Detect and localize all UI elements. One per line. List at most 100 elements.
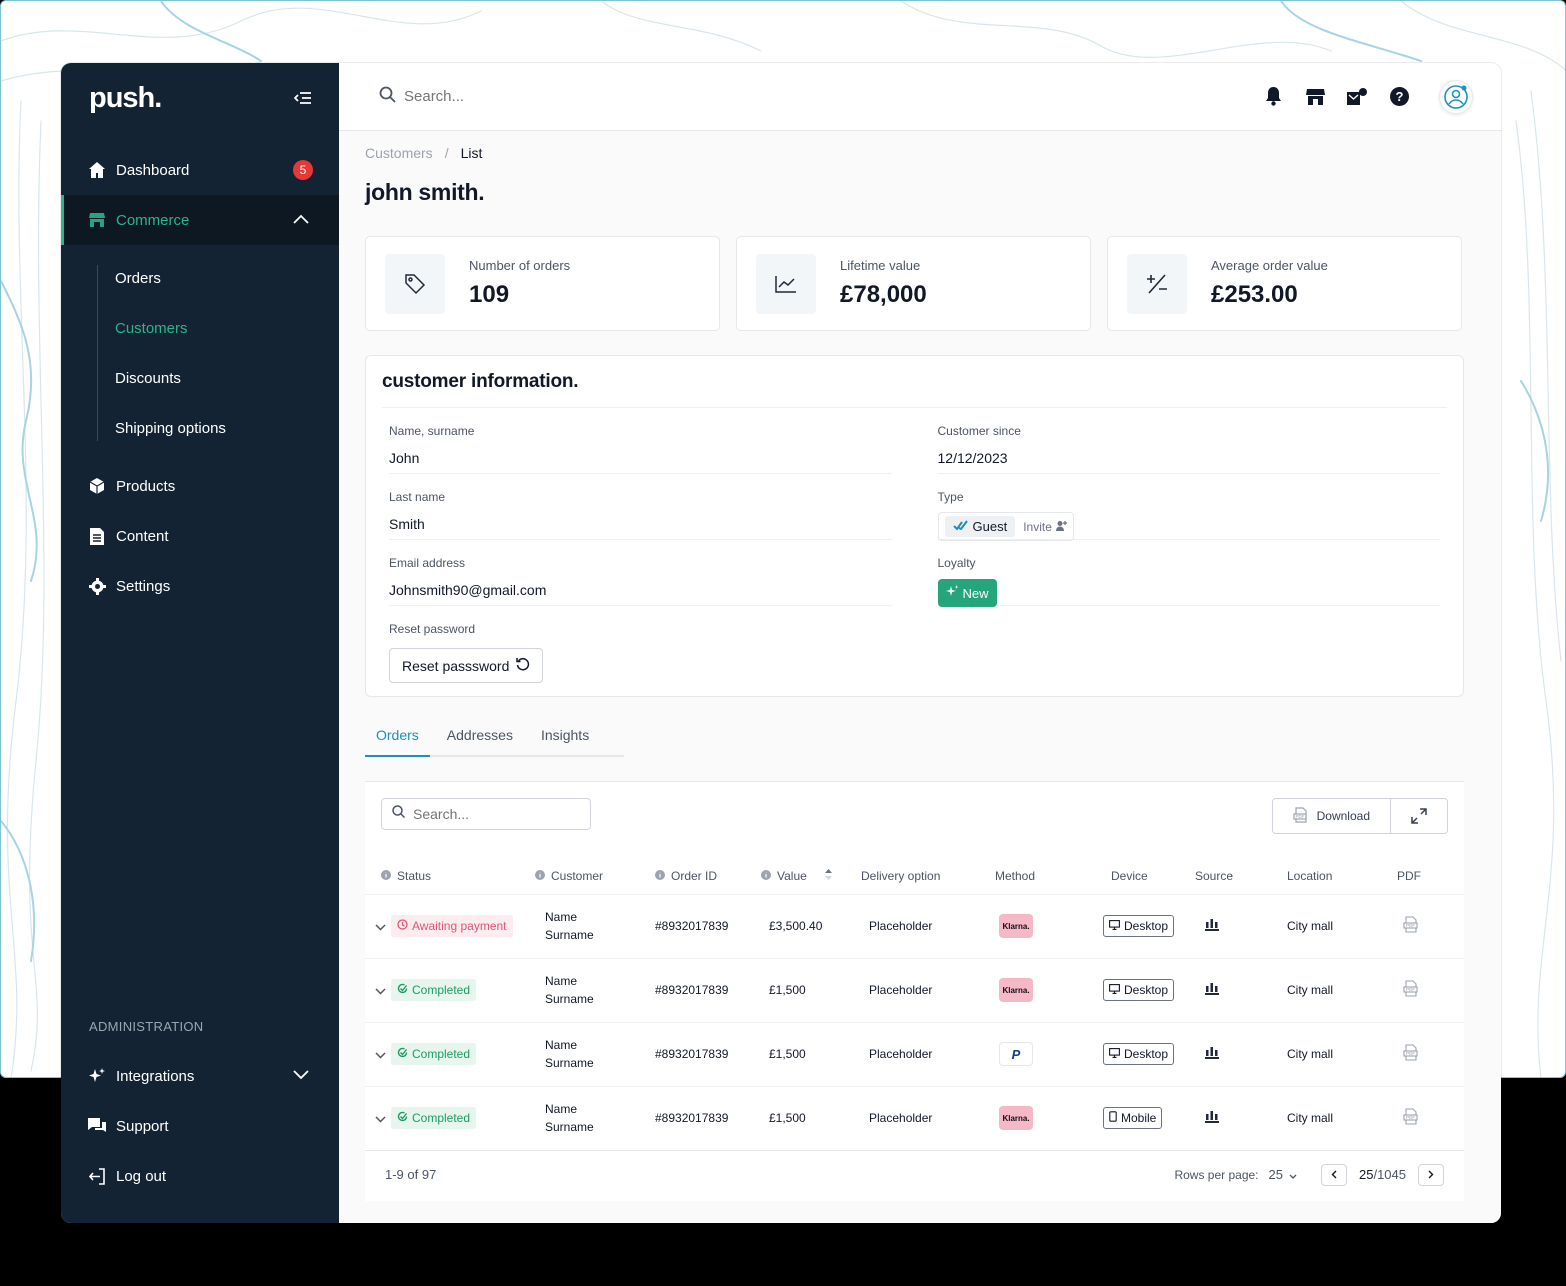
global-search-input[interactable] — [404, 88, 804, 105]
stat-average-order-value: Average order value £253.00 — [1107, 236, 1462, 331]
table-search-input[interactable] — [413, 806, 563, 822]
chevron-down-icon[interactable] — [293, 1067, 309, 1084]
field-value-email[interactable]: Johnsmith90@gmail.com — [389, 582, 892, 598]
type-guest-option[interactable]: Guest — [944, 516, 1016, 537]
type-invite-option[interactable]: Invite — [1023, 520, 1067, 534]
tab-addresses[interactable]: Addresses — [436, 727, 524, 755]
status-badge: Completed — [391, 979, 477, 1001]
rows-per-page-select[interactable]: 25 — [1269, 1167, 1297, 1182]
expand-icon[interactable] — [1391, 799, 1447, 833]
reset-password-button[interactable]: Reset passsword — [389, 648, 544, 683]
nav-commerce[interactable]: Commerce — [61, 195, 339, 245]
store-icon — [88, 211, 106, 229]
chevron-up-icon[interactable] — [293, 211, 309, 228]
col-customer[interactable]: Customer — [535, 858, 655, 894]
pdf-icon[interactable]: PDF — [1403, 916, 1419, 936]
nav-settings[interactable]: Settings — [61, 561, 339, 611]
info-icon — [535, 869, 545, 883]
table-row[interactable]: Completed Name Surname #8932017839 £1,500 Pla… — [365, 1085, 1464, 1150]
help-icon[interactable]: ? — [1389, 87, 1409, 107]
logout-icon — [88, 1167, 106, 1185]
delivery-option: Placeholder — [861, 893, 995, 958]
administration-heading: ADMINISTRATION — [89, 1019, 204, 1034]
subnav-discounts[interactable]: Discounts — [61, 353, 339, 403]
subnav-customers[interactable]: Customers — [61, 303, 339, 353]
tab-orders[interactable]: Orders — [365, 727, 430, 757]
table-row[interactable]: Awaiting payment Name Surname #8932017839 £3… — [365, 893, 1464, 958]
col-location[interactable]: Location — [1287, 858, 1397, 894]
klarna-logo: Klarna. — [999, 1106, 1033, 1131]
order-id[interactable]: #8932017839 — [655, 957, 761, 1022]
next-page-button[interactable] — [1418, 1163, 1444, 1186]
customer-last: Surname — [545, 1120, 594, 1135]
svg-text:PDF: PDF — [1406, 1051, 1415, 1056]
subnav-shipping-options[interactable]: Shipping options — [61, 403, 339, 453]
pdf-icon[interactable]: PDF — [1403, 980, 1419, 1000]
col-delivery-label: Delivery option — [861, 868, 941, 883]
order-id[interactable]: #8932017839 — [655, 1021, 761, 1086]
col-order-id[interactable]: Order ID — [655, 858, 761, 894]
nav-support[interactable]: Support — [61, 1101, 339, 1151]
loyalty-label: New — [962, 585, 989, 601]
nav-products[interactable]: Products — [61, 461, 339, 511]
field-label: Customer since — [937, 424, 1021, 438]
nav-support-label: Support — [116, 1117, 169, 1135]
svg-text:PDF: PDF — [1406, 923, 1415, 928]
order-id[interactable]: #8932017839 — [655, 893, 761, 958]
status-badge: Completed — [391, 1107, 477, 1130]
pdf-icon[interactable]: PDF — [1403, 1044, 1419, 1064]
storefront-icon[interactable] — [1305, 87, 1325, 107]
stat-label: Lifetime value — [840, 258, 921, 273]
stats-row: Number of orders 109 Lifetime value £78,… — [365, 236, 1464, 331]
sidebar-header: push. — [61, 63, 339, 133]
expand-row-icon[interactable] — [375, 1112, 386, 1126]
col-source[interactable]: Source — [1191, 858, 1287, 894]
gear-icon — [88, 577, 106, 595]
status-icon — [397, 919, 408, 933]
pdf-icon[interactable]: PDF — [1403, 1108, 1419, 1128]
col-status[interactable]: Status — [365, 858, 535, 894]
download-button[interactable]: PDF Download — [1273, 799, 1391, 833]
collapse-sidebar-icon[interactable] — [293, 88, 313, 108]
sparkle-icon — [945, 585, 959, 601]
nav-logout[interactable]: Log out — [61, 1151, 339, 1201]
expand-row-icon[interactable] — [375, 920, 386, 934]
desktop-icon — [1109, 983, 1120, 997]
nav-dashboard[interactable]: Dashboard 5 — [61, 145, 339, 195]
col-device[interactable]: Device — [1095, 858, 1191, 894]
field-value-name[interactable]: John — [389, 450, 892, 466]
field-email: Email address Johnsmith90@gmail.com — [389, 540, 892, 606]
field-value-customer-since: 12/12/2023 — [937, 450, 1008, 466]
breadcrumb-current: List — [460, 145, 483, 161]
subnav-orders[interactable]: Orders — [61, 253, 339, 303]
tab-insights[interactable]: Insights — [530, 727, 600, 755]
col-delivery-option[interactable]: Delivery option — [861, 858, 995, 894]
order-id[interactable]: #8932017839 — [655, 1085, 761, 1150]
field-value-last-name[interactable]: Smith — [389, 516, 892, 532]
bell-icon[interactable] — [1263, 87, 1283, 107]
table-row[interactable]: Completed Name Surname #8932017839 £1,500 Pla… — [365, 957, 1464, 1022]
svg-text:PDF: PDF — [1295, 814, 1304, 819]
breadcrumb-customers[interactable]: Customers — [365, 145, 433, 161]
col-pdf[interactable]: PDF — [1397, 858, 1464, 894]
tag-icon — [385, 253, 445, 314]
prev-page-button[interactable] — [1320, 1163, 1347, 1186]
stat-value: £78,000 — [840, 281, 927, 308]
sort-icon[interactable] — [824, 868, 832, 883]
mobile-icon — [1109, 1111, 1117, 1125]
nav-content[interactable]: Content — [61, 511, 339, 561]
source-store-icon — [1205, 919, 1219, 934]
stat-label: Number of orders — [469, 258, 571, 273]
field-last-name: Last name Smith — [389, 474, 892, 540]
nav-integrations[interactable]: Integrations — [61, 1051, 339, 1101]
col-value[interactable]: Value — [761, 858, 861, 894]
col-method[interactable]: Method — [995, 858, 1095, 894]
table-row[interactable]: Completed Name Surname #8932017839 £1,500 Pla… — [365, 1021, 1464, 1086]
expand-row-icon[interactable] — [375, 984, 386, 998]
table-header-row: Status Customer Order ID Value Delivery … — [365, 858, 1464, 894]
page-content: Customers / List john smith. Number of o… — [339, 145, 1501, 1201]
user-avatar[interactable] — [1439, 79, 1473, 114]
inbox-icon[interactable] — [1347, 87, 1367, 107]
klarna-logo: Klarna. — [999, 978, 1033, 1002]
expand-row-icon[interactable] — [375, 1048, 386, 1062]
